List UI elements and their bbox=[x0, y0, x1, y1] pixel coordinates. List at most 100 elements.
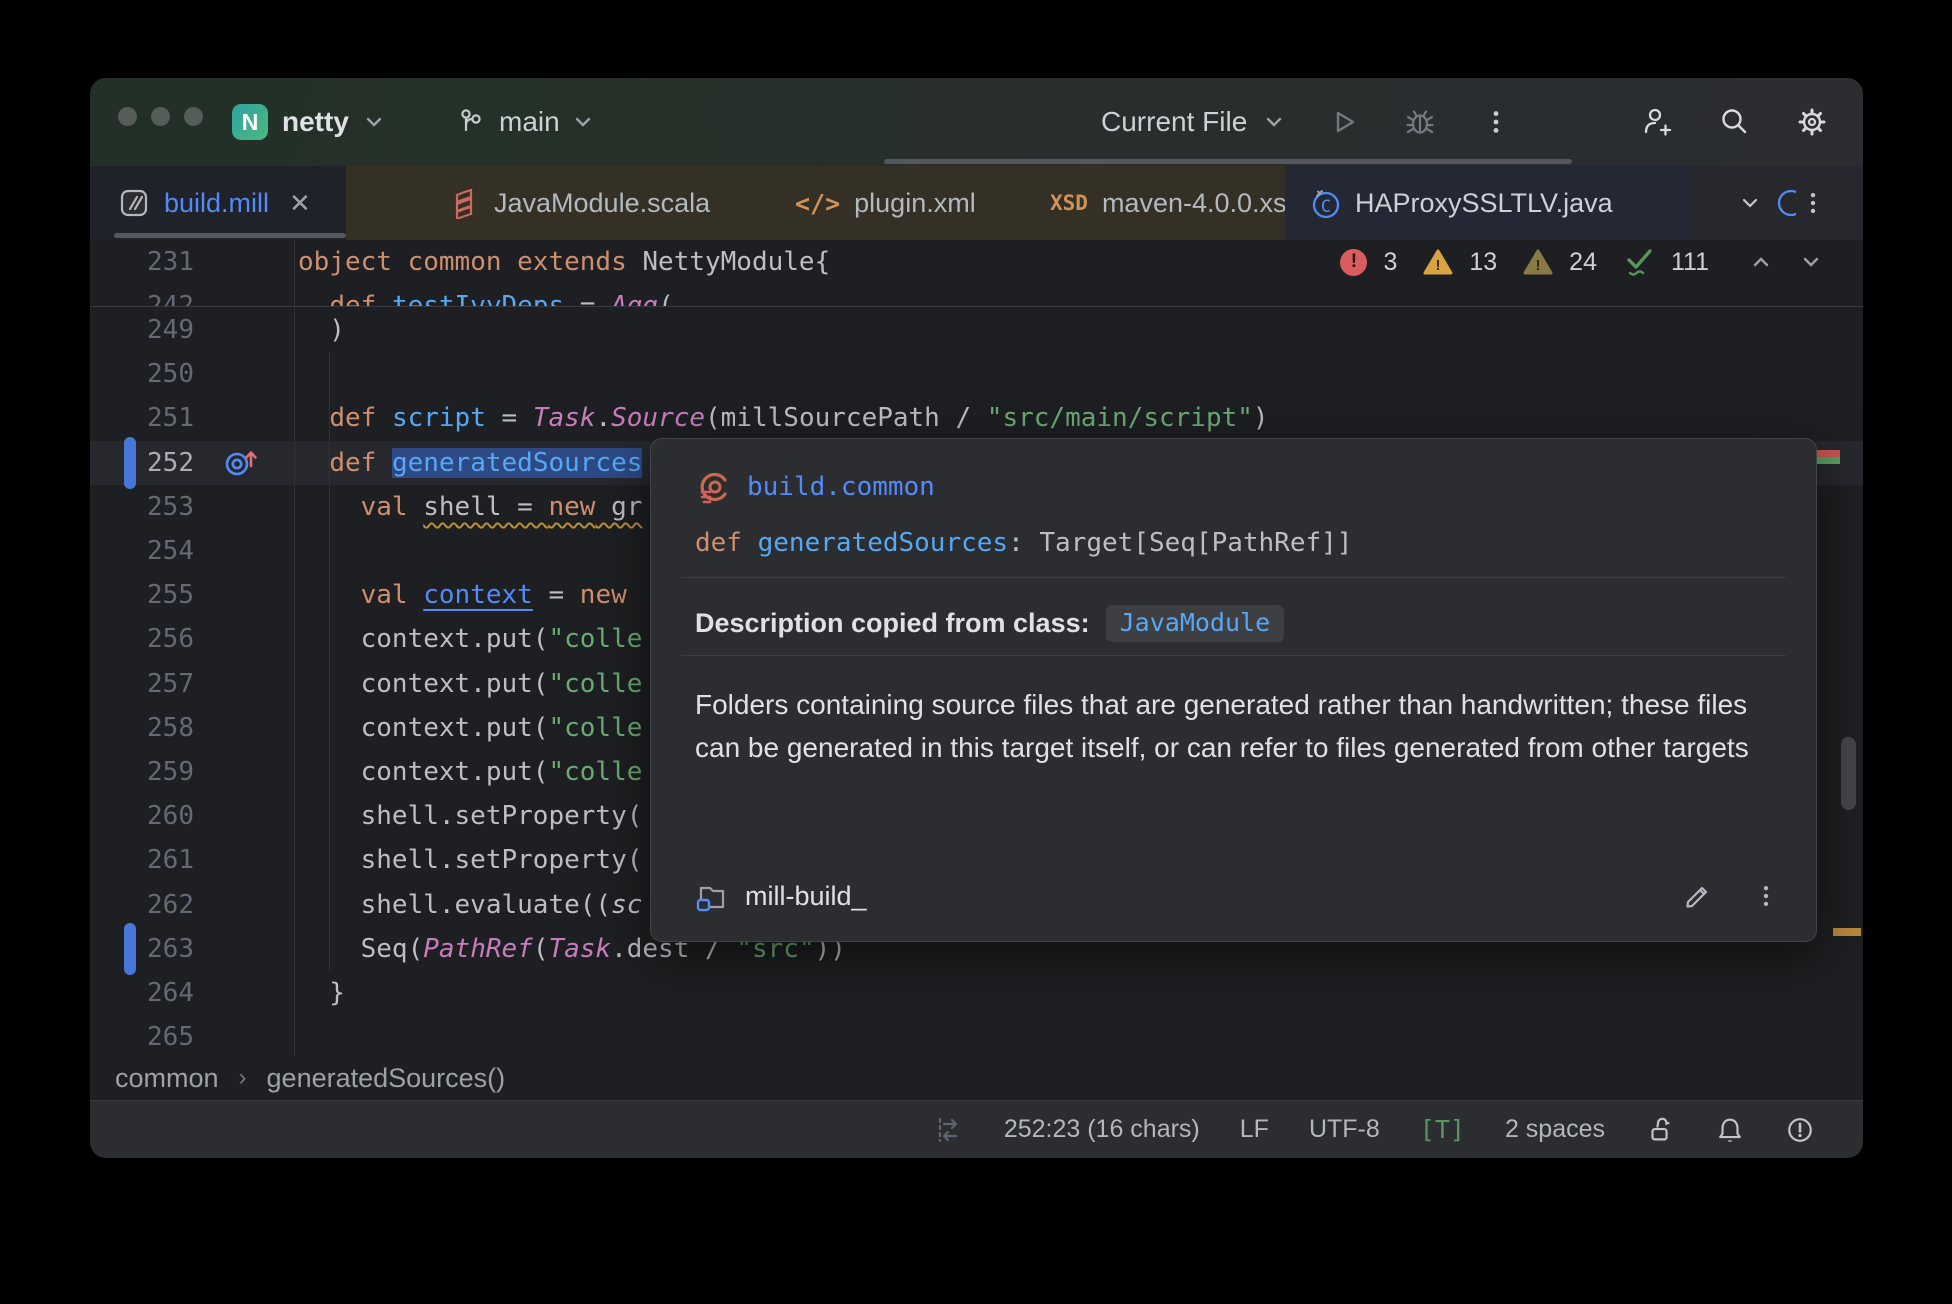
popup-footer: mill-build_ bbox=[695, 872, 1780, 920]
gutter[interactable]: 254 bbox=[90, 529, 295, 573]
error-stripe-mark[interactable] bbox=[1813, 450, 1840, 457]
popup-divider bbox=[681, 655, 1786, 656]
line-number: 257 bbox=[147, 669, 194, 699]
ide-window: N netty main Current File bbox=[90, 78, 1863, 1158]
javamodule-class-link[interactable]: JavaModule bbox=[1106, 605, 1285, 642]
gutter[interactable]: 256 bbox=[90, 617, 295, 661]
tab-label: build.mill bbox=[164, 188, 269, 219]
line-number: 255 bbox=[147, 580, 194, 610]
tab-haproxy-java[interactable]: C HAProxySSLTLV.java bbox=[1285, 166, 1692, 240]
unlocked-icon[interactable] bbox=[1645, 1114, 1675, 1146]
code-line-250[interactable]: 250 bbox=[90, 352, 1863, 396]
code-line-249[interactable]: 249 ) bbox=[90, 308, 1863, 352]
warning-stripe-mark[interactable] bbox=[1833, 928, 1861, 936]
change-marker[interactable] bbox=[124, 923, 136, 975]
next-problem-chevron-icon[interactable] bbox=[1799, 251, 1823, 273]
code-line-264[interactable]: 264 } bbox=[90, 971, 1863, 1015]
line-number: 250 bbox=[147, 359, 194, 389]
gutter[interactable]: 264 bbox=[90, 971, 295, 1015]
edit-pencil-icon[interactable] bbox=[1682, 881, 1712, 911]
code-text: def script = Task.Source(millSourcePath … bbox=[295, 403, 1269, 433]
tab-list-chevron-icon[interactable] bbox=[1739, 192, 1761, 214]
code-line-265[interactable]: 265 bbox=[90, 1015, 1863, 1056]
gutter[interactable]: 231 bbox=[90, 240, 295, 284]
breadcrumb-item-method[interactable]: generatedSources() bbox=[267, 1063, 506, 1094]
popup-symbol-name: build.common bbox=[747, 472, 935, 502]
previous-problem-chevron-icon[interactable] bbox=[1749, 251, 1773, 273]
gutter[interactable]: 260 bbox=[90, 794, 295, 838]
line-number: 242 bbox=[147, 291, 194, 307]
more-run-actions-button[interactable] bbox=[1479, 105, 1513, 139]
code-text: context.put("colle bbox=[295, 669, 642, 699]
breadcrumb-item-common[interactable]: common bbox=[115, 1063, 219, 1094]
tab-maven-xsd[interactable]: XSD maven-4.0.0.xsd bbox=[1050, 166, 1302, 240]
gutter[interactable]: 249 bbox=[90, 308, 295, 352]
chevron-down-icon bbox=[1263, 111, 1285, 133]
settings-button[interactable] bbox=[1795, 105, 1829, 139]
vertical-scrollbar-thumb[interactable] bbox=[1841, 737, 1856, 810]
caret-position-widget[interactable]: 252:23 (16 chars) bbox=[1004, 1115, 1200, 1144]
module-folder-icon bbox=[695, 879, 729, 913]
gutter[interactable]: 258 bbox=[90, 706, 295, 750]
minimize-window-button[interactable] bbox=[151, 107, 170, 126]
sticky-lines-panel: 231object common extends NettyModule{242… bbox=[90, 240, 1863, 307]
line-ending-widget[interactable]: LF bbox=[1240, 1115, 1269, 1144]
line-number: 231 bbox=[147, 247, 194, 277]
search-everywhere-button[interactable] bbox=[1717, 105, 1751, 139]
tabbar-scrollbar-thumb[interactable] bbox=[884, 159, 1572, 164]
gutter[interactable]: 261 bbox=[90, 838, 295, 882]
gutter[interactable]: 253 bbox=[90, 485, 295, 529]
encoding-widget[interactable]: UTF-8 bbox=[1309, 1115, 1380, 1144]
breadcrumb: common › generatedSources() bbox=[90, 1056, 1863, 1100]
gutter[interactable]: 250 bbox=[90, 352, 295, 396]
chevron-down-icon bbox=[572, 111, 594, 133]
tab-javamodule-scala[interactable]: JavaModule.scala bbox=[448, 166, 710, 240]
code-with-me-button[interactable] bbox=[1639, 105, 1673, 139]
mill-file-icon bbox=[118, 187, 150, 219]
code-text: shell.evaluate((sc bbox=[295, 890, 642, 920]
xml-file-icon: </> bbox=[795, 189, 840, 218]
zoom-window-button[interactable] bbox=[184, 107, 203, 126]
popup-kebab-icon[interactable] bbox=[1752, 882, 1780, 910]
window-controls bbox=[118, 107, 203, 126]
line-number: 252 bbox=[147, 448, 194, 478]
change-marker[interactable] bbox=[124, 437, 136, 489]
gutter[interactable]: 242 bbox=[90, 284, 295, 307]
overrides-method-icon[interactable] bbox=[222, 445, 262, 481]
tab-build-mill[interactable]: build.mill ✕ bbox=[90, 166, 346, 240]
code-text: def testIvyDeps = Agg( bbox=[295, 291, 674, 307]
run-configuration-selector[interactable]: Current File bbox=[1101, 106, 1285, 138]
debug-button[interactable] bbox=[1403, 105, 1437, 139]
gutter[interactable]: 257 bbox=[90, 662, 295, 706]
popup-symbol-link[interactable]: build.common bbox=[695, 467, 935, 507]
code-line-242[interactable]: 242 def testIvyDeps = Agg( bbox=[90, 284, 1863, 307]
search-icon bbox=[1717, 105, 1751, 139]
gutter[interactable]: 252 bbox=[90, 441, 295, 485]
gutter[interactable]: 255 bbox=[90, 573, 295, 617]
ok-stripe-mark[interactable] bbox=[1813, 457, 1840, 464]
type-hints-badge[interactable]: [T] bbox=[1420, 1115, 1465, 1144]
close-tab-icon[interactable]: ✕ bbox=[289, 188, 311, 219]
inspections-widget[interactable]: ! 3 ! 13 ! 24 111 bbox=[1340, 240, 1823, 284]
project-widget[interactable]: N netty bbox=[232, 78, 385, 166]
tab-options-kebab-icon[interactable] bbox=[1799, 189, 1827, 217]
vcs-branch-widget[interactable]: main bbox=[455, 78, 594, 166]
indent-widget[interactable]: 2 spaces bbox=[1505, 1115, 1605, 1144]
code-line-251[interactable]: 251 def script = Task.Source(millSourceP… bbox=[90, 396, 1863, 440]
notifications-bell-icon[interactable] bbox=[1715, 1114, 1745, 1146]
gutter[interactable]: 259 bbox=[90, 750, 295, 794]
gutter[interactable]: 265 bbox=[90, 1015, 295, 1056]
soft-wrap-icon[interactable] bbox=[934, 1114, 964, 1146]
gutter[interactable]: 263 bbox=[90, 927, 295, 971]
tab-bar-controls bbox=[1739, 166, 1827, 240]
gutter[interactable]: 262 bbox=[90, 882, 295, 926]
inspections-status-icon[interactable] bbox=[1785, 1114, 1815, 1146]
tab-plugin-xml[interactable]: </> plugin.xml bbox=[795, 166, 976, 240]
code-text: val shell = new gr bbox=[295, 492, 642, 522]
close-window-button[interactable] bbox=[118, 107, 137, 126]
line-number: 251 bbox=[147, 403, 194, 433]
run-button[interactable] bbox=[1327, 105, 1361, 139]
line-number: 264 bbox=[147, 978, 194, 1008]
gutter[interactable]: 251 bbox=[90, 396, 295, 440]
code-text: val context = new bbox=[295, 580, 642, 610]
